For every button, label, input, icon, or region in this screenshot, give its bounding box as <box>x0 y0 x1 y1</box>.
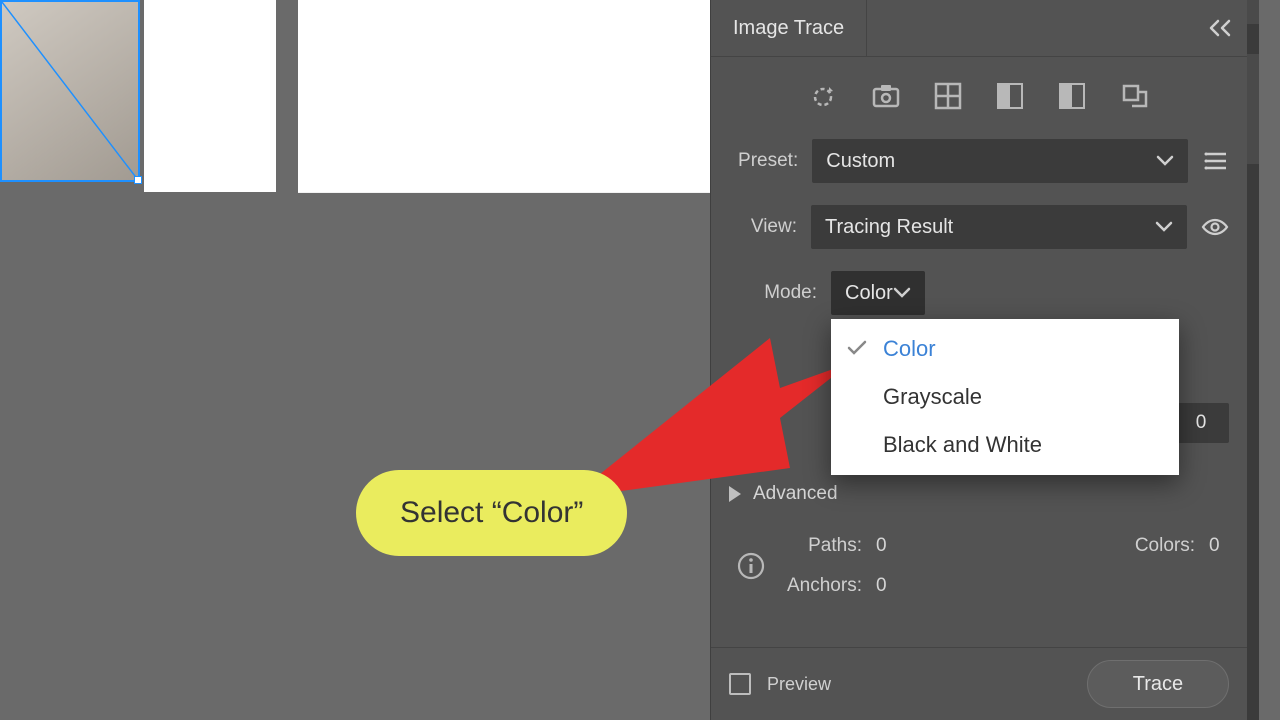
mode-value: Color <box>845 282 893 305</box>
view-dropdown[interactable]: Tracing Result <box>811 205 1187 249</box>
trace-button-label: Trace <box>1133 673 1183 696</box>
paths-label: Paths: <box>787 535 862 557</box>
image-trace-panel: Image Trace <box>710 0 1259 720</box>
mode-option-label: Grayscale <box>883 384 982 410</box>
colors-count-value: 0 <box>1196 412 1207 434</box>
mode-dropdown-menu: Color Grayscale Black and <box>831 319 1179 475</box>
info-icon <box>729 552 773 580</box>
auto-color-preset-icon[interactable] <box>807 79 841 113</box>
mode-option-grayscale[interactable]: Grayscale <box>831 373 1179 421</box>
mode-option-label: Color <box>883 336 936 362</box>
preset-menu-icon[interactable] <box>1202 151 1229 171</box>
selected-image-thumbnail[interactable] <box>0 0 140 182</box>
advanced-label: Advanced <box>753 483 838 505</box>
anchors-value: 0 <box>876 575 896 597</box>
mode-option-color[interactable]: Color <box>831 325 1179 373</box>
chevron-down-icon <box>893 282 911 305</box>
selection-handle[interactable] <box>134 176 142 184</box>
anchors-label: Anchors: <box>787 575 862 597</box>
panel-footer: Preview Trace <box>711 647 1247 720</box>
tab-image-trace[interactable]: Image Trace <box>711 0 867 56</box>
black-white-preset-icon[interactable] <box>1055 79 1089 113</box>
thumbnail-frame <box>144 0 276 192</box>
chevron-down-icon <box>1156 150 1174 173</box>
tutorial-callout: Select “Color” <box>356 470 627 556</box>
preview-label: Preview <box>767 674 831 695</box>
preset-label: Preset: <box>729 150 798 172</box>
preset-dropdown[interactable]: Custom <box>812 139 1188 183</box>
preset-value: Custom <box>826 150 895 173</box>
mode-dropdown[interactable]: Color <box>831 271 925 315</box>
colors-label: Colors: <box>1135 535 1195 557</box>
outline-preset-icon[interactable] <box>1117 79 1151 113</box>
panel-dock-edge <box>1247 0 1259 720</box>
mode-option-bw[interactable]: Black and White <box>831 421 1179 469</box>
view-label: View: <box>729 216 797 238</box>
grayscale-preset-icon[interactable] <box>993 79 1027 113</box>
trace-button[interactable]: Trace <box>1087 660 1229 708</box>
mode-option-label: Black and White <box>883 432 1042 458</box>
preview-checkbox[interactable] <box>729 673 751 695</box>
paths-value: 0 <box>876 535 896 557</box>
low-color-preset-icon[interactable] <box>931 79 965 113</box>
eye-icon[interactable] <box>1201 217 1229 237</box>
mode-label: Mode: <box>729 282 817 304</box>
collapse-panel-button[interactable] <box>1197 0 1247 56</box>
panel-tab-bar: Image Trace <box>711 0 1247 57</box>
chevron-down-icon <box>1155 216 1173 239</box>
tracing-preset-icons <box>711 57 1247 139</box>
checkmark-icon <box>847 336 869 362</box>
colors-count-field[interactable]: 0 <box>1173 403 1229 443</box>
colors-value: 0 <box>1209 535 1229 557</box>
panel-title: Image Trace <box>733 17 844 40</box>
high-fidelity-preset-icon[interactable] <box>869 79 903 113</box>
view-value: Tracing Result <box>825 216 953 239</box>
tutorial-callout-text: Select “Color” <box>400 496 583 529</box>
disclosure-triangle-icon <box>729 486 741 502</box>
